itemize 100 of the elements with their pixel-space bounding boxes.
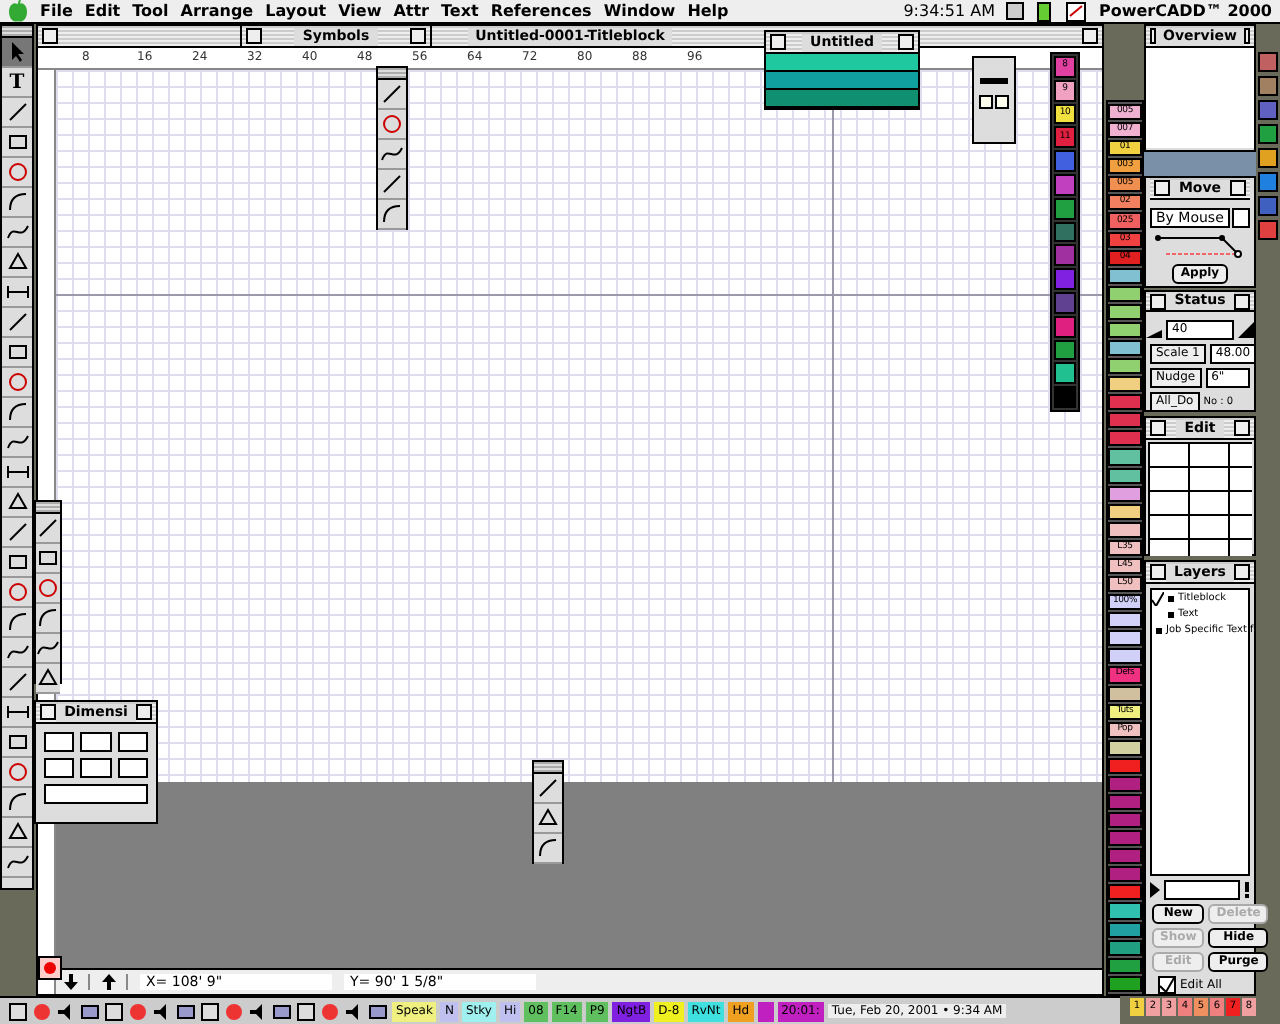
tool-button[interactable] [534,834,562,864]
tool-button[interactable] [2,188,32,218]
palette-tab[interactable] [1108,975,1142,992]
app-launcher-icon[interactable] [1258,220,1278,240]
palette-tab[interactable] [1108,467,1142,484]
tool-button[interactable] [2,518,32,548]
layer-name-field[interactable] [1164,880,1240,900]
palette-tab[interactable] [1108,448,1142,466]
record-button[interactable] [38,956,62,980]
app-launcher-icon[interactable] [1258,52,1278,72]
app-launcher-icon[interactable] [1258,124,1278,144]
strip-button[interactable] [757,1001,774,1021]
palette-tab[interactable] [1108,358,1142,375]
palette-drag-bar[interactable] [378,68,406,80]
menu-item[interactable]: File [40,2,73,20]
option-field[interactable] [80,758,112,778]
close-box[interactable] [1150,564,1166,580]
palette-tab[interactable] [1054,339,1076,361]
page-up-button[interactable] [102,974,128,990]
tool-button[interactable] [534,804,562,834]
layer-row[interactable] [766,54,918,72]
close-box[interactable] [1150,293,1166,309]
tool-button[interactable] [2,788,32,818]
palette-tab[interactable] [1108,303,1142,320]
tool-button[interactable] [2,98,32,128]
tool-button[interactable] [2,818,32,848]
palette-tab[interactable] [1108,267,1142,284]
palette-tab[interactable] [1108,957,1142,974]
zoom-box[interactable] [1082,28,1098,44]
zoom-box[interactable] [897,34,914,50]
palette-tab[interactable] [1108,321,1142,339]
close-box[interactable] [42,28,58,44]
palette-tab[interactable] [1054,362,1076,385]
tool-button[interactable] [36,604,60,634]
palette-tab[interactable] [1108,739,1142,756]
application-menu[interactable]: PowerCADD™ 2000 [1098,2,1272,20]
options-dropdown[interactable] [1232,208,1250,228]
menu-item[interactable]: Help [687,2,729,20]
palette-tab[interactable] [1108,521,1142,538]
close-box[interactable] [40,704,56,720]
close-box[interactable] [1150,420,1166,436]
palette-tab[interactable] [1054,197,1076,220]
tool-button[interactable] [2,398,32,428]
edit-all-checkbox[interactable] [1158,976,1176,994]
menu-item[interactable]: Window [603,2,676,20]
app-launcher-icon[interactable] [1258,100,1278,120]
menu-item[interactable]: Attr [393,2,429,20]
menu-item[interactable]: View [338,2,382,20]
app-launcher-icon[interactable] [1258,76,1278,96]
zoom-box[interactable] [1234,564,1250,580]
palette-tab[interactable] [1108,285,1142,302]
palette-drag-bar[interactable] [534,762,562,774]
option-field[interactable] [44,732,75,752]
tool-button[interactable] [378,80,406,110]
tool-button[interactable] [36,664,60,694]
tool-button[interactable] [378,200,406,230]
tool-button[interactable] [2,668,32,698]
zoom-box[interactable] [136,704,152,720]
palette-tab[interactable] [1108,376,1142,393]
palette-tab[interactable] [1108,685,1142,702]
option-field[interactable] [44,758,75,778]
tool-button[interactable] [2,608,32,638]
layer-row[interactable] [766,72,918,90]
app-launcher-icon[interactable] [1258,148,1278,168]
tool-button[interactable] [36,514,60,544]
option-field[interactable] [44,784,148,804]
zoom-box[interactable] [1233,420,1250,436]
layer-row[interactable] [766,90,918,108]
tool-button[interactable] [2,38,32,68]
zoom-box[interactable] [409,28,426,44]
option-field[interactable] [80,732,112,752]
palette-drag-bar[interactable] [36,502,60,514]
menu-item[interactable]: Tool [132,2,169,20]
palette-tab[interactable] [1108,921,1142,938]
palette-tab[interactable] [1108,485,1142,502]
menu-item[interactable]: Text [441,2,479,20]
palette-drag-bar[interactable] [2,26,32,38]
close-box[interactable] [770,34,786,50]
option-field[interactable] [117,732,148,752]
palette-tab[interactable] [1108,939,1142,956]
tool-button[interactable] [2,248,32,278]
tool-button[interactable] [378,170,406,200]
app-launcher-icon[interactable] [1258,172,1278,192]
menu-item[interactable]: Arrange [180,2,254,20]
close-box[interactable] [1154,180,1171,196]
palette-tab[interactable] [1108,503,1142,520]
tool-button[interactable] [534,774,562,804]
menu-item[interactable]: Layout [265,2,327,20]
option-field[interactable] [117,758,148,778]
menu-item[interactable]: References [490,2,592,20]
close-box[interactable] [246,28,262,44]
close-box[interactable] [1150,28,1156,44]
palette-tab[interactable] [1108,340,1142,357]
palette-tab[interactable] [1108,648,1142,665]
palette-tab[interactable] [1108,902,1142,920]
palette-tab[interactable] [1108,630,1142,647]
page-down-button[interactable] [64,974,90,990]
palette-tab[interactable] [1108,612,1142,629]
tool-button[interactable] [2,308,32,338]
zoom-box[interactable] [1244,28,1250,44]
